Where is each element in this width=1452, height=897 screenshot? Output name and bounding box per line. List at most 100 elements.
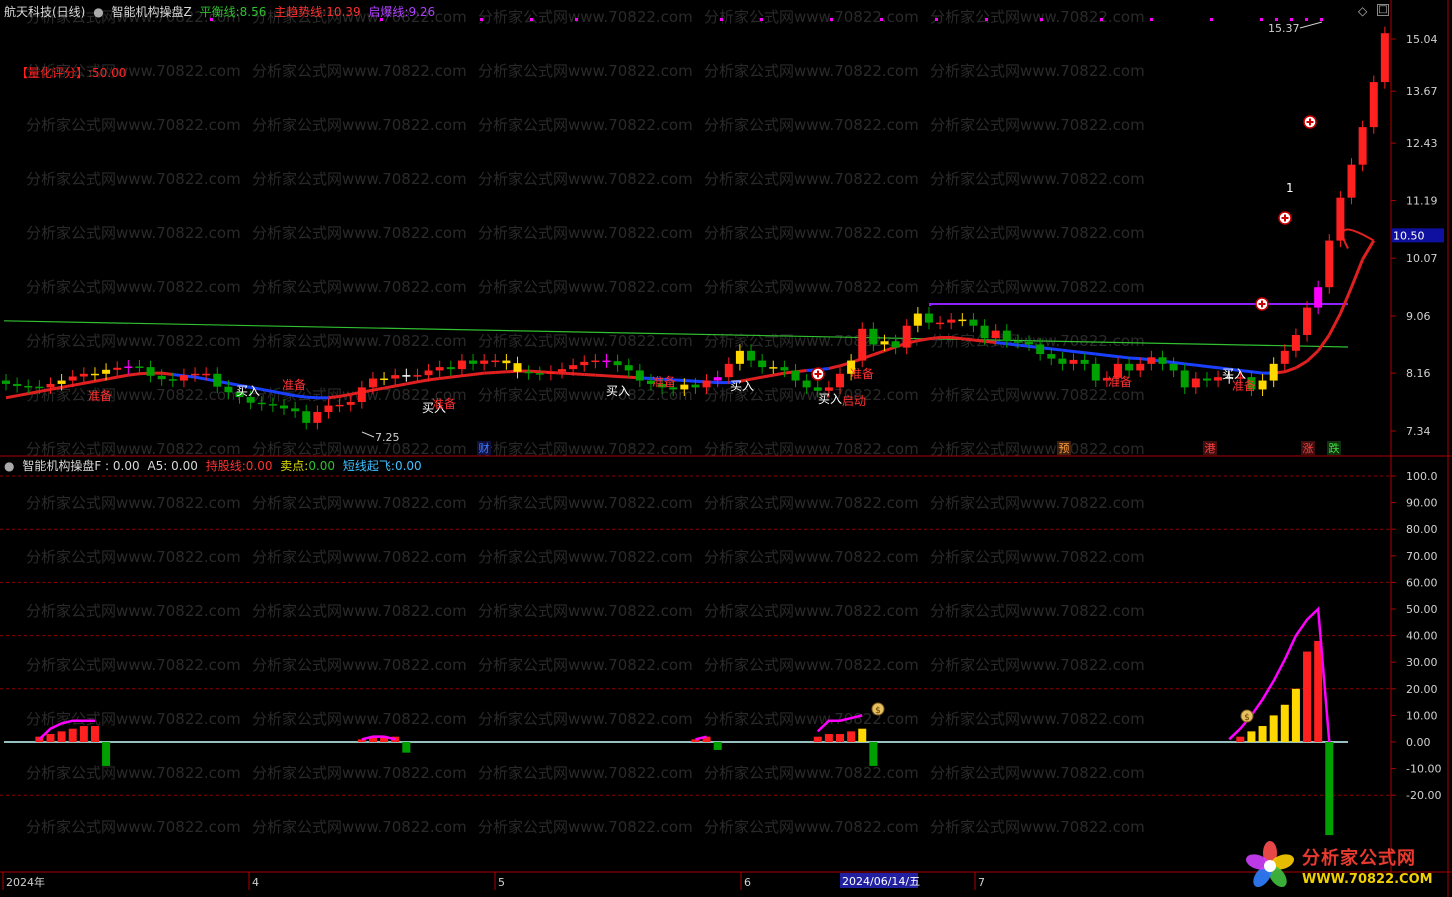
osc-bar [813, 736, 822, 742]
trend-line-segment [761, 373, 774, 379]
candle-body [168, 379, 177, 381]
trend-line-segment [917, 337, 930, 343]
window-toggle-icon[interactable]: □ [1377, 4, 1389, 16]
watermark-text: 分析家公式网www.70822.com [704, 602, 919, 620]
candle-body [1136, 363, 1145, 371]
trend-line-segment [61, 383, 73, 389]
osc-bar [1291, 688, 1300, 742]
chart-canvas[interactable]: 分析家公式网www.70822.com 分析家公式网www.70822.com 分析… [0, 0, 1452, 897]
watermark-text: 分析家公式网www.70822.com [478, 332, 693, 350]
hold-line-label: 持股线: [205, 459, 246, 473]
date-axis-label: 7 [978, 876, 985, 889]
watermark-text: 分析家公式网www.70822.com [930, 170, 1145, 188]
osc-axis-label: 100.0 [1406, 470, 1438, 483]
candle-body [1358, 127, 1367, 165]
trend-line-segment [417, 378, 429, 384]
event-marker-label: 涨 [1303, 442, 1314, 455]
osc-bar [79, 726, 88, 742]
signal-dot [985, 18, 988, 21]
watermark-text: 分析家公式网www.70822.com [26, 224, 241, 242]
event-marker-label: 财 [479, 441, 490, 455]
trend-line-segment [1106, 353, 1119, 359]
stock-title[interactable]: 航天科技(日线) [4, 5, 85, 19]
candle-body [936, 322, 945, 325]
watermark-text: 分析家公式网www.70822.com [478, 8, 693, 26]
osc-bar [102, 742, 111, 766]
trend-line-segment [372, 386, 385, 392]
candle-body [113, 367, 122, 370]
balance-line-label: 平衡线: [199, 5, 240, 19]
osc-axis-label: 0.00 [1406, 736, 1431, 749]
trend-line-segment [105, 375, 118, 381]
candle-body [1380, 33, 1389, 83]
watermark-text: 分析家公式网www.70822.com [252, 440, 467, 458]
candle-body [924, 313, 933, 323]
candle-body [1336, 197, 1345, 241]
candle-body [424, 370, 433, 376]
watermark-text: 分析家公式网www.70822.com [930, 116, 1145, 134]
signal-dot [760, 18, 763, 21]
candle-body [1002, 330, 1011, 342]
buy-plus-icon [1303, 115, 1317, 129]
signal-dot [1150, 18, 1153, 21]
trend-line-segment [439, 375, 451, 381]
trend-line-segment [161, 371, 173, 376]
watermark-text: 分析家公式网www.70822.com [252, 548, 467, 566]
watermark-text: 分析家公式网www.70822.com [704, 116, 919, 134]
sell-point-value: 0.00 [308, 459, 336, 473]
osc-bar [1303, 651, 1312, 742]
watermark-text: 分析家公式网www.70822.com [26, 116, 241, 134]
marker-one-label: 1 [1286, 181, 1294, 195]
trend-line-segment [116, 373, 129, 379]
indicator-toggle-icon[interactable]: ● [93, 5, 103, 19]
trend-line-segment [294, 394, 307, 399]
watermark-text: 分析家公式网www.70822.com [930, 548, 1145, 566]
price-axis-label: 11.19 [1406, 195, 1438, 208]
price-axis-label: 15.04 [1406, 33, 1438, 46]
watermark-text: 分析家公式网www.70822.com [704, 764, 919, 782]
trend-line-segment [1117, 355, 1130, 360]
watermark-text: 分析家公式网www.70822.com [930, 602, 1145, 620]
candle-body [268, 404, 277, 406]
flower-logo-icon [1246, 841, 1294, 888]
watermark-text: 分析家公式网www.70822.com [704, 656, 919, 674]
osc-indicator-name[interactable]: 智能机构操盘F [22, 459, 101, 473]
watermark-text: 分析家公式网www.70822.com [930, 278, 1145, 296]
candle-body [90, 373, 99, 376]
start-line-label: 启爆线: [368, 5, 409, 19]
event-marker-label: 跌 [1329, 441, 1340, 455]
candle-body [980, 325, 989, 339]
candle-body [724, 363, 733, 378]
candle-body [157, 375, 166, 380]
a5-value: A5: 0.00 [147, 459, 198, 473]
candle-body [702, 380, 711, 388]
watermark-text: 分析家公式网www.70822.com [930, 62, 1145, 80]
signal-dot [1275, 18, 1278, 21]
candle-body [1303, 307, 1312, 335]
trend-line-segment [383, 384, 396, 390]
osc-bar [824, 734, 833, 742]
candle-body [791, 370, 800, 381]
indicator-toggle-icon-2[interactable]: ● [4, 459, 14, 473]
top-panel-header: 航天科技(日线) ● 智能机构操盘Z 平衡线:8.56 主趋势线:10.39 启… [4, 3, 439, 20]
trend-line-segment [1195, 363, 1208, 368]
candle-body [368, 378, 377, 388]
candle-body [13, 383, 22, 387]
trend-line-segment [1073, 349, 1085, 355]
event-marker-label: 港 [1205, 442, 1216, 455]
diamond-icon[interactable]: ◇ [1358, 4, 1367, 18]
watermark-text: 分析家公式网www.70822.com [26, 656, 241, 674]
candle-body [680, 384, 689, 390]
signal-dot [1040, 18, 1043, 21]
candle-body [46, 383, 55, 388]
trend-line-segment [83, 379, 96, 385]
osc-axis-label: 90.00 [1406, 497, 1438, 510]
watermark-text: 分析家公式网www.70822.com [704, 440, 919, 458]
osc-bar [847, 731, 856, 742]
buy-label: 买入 [818, 392, 842, 406]
indicator-name[interactable]: 智能机构操盘Z [112, 5, 192, 19]
event-marker-label: 预 [1059, 442, 1070, 455]
candle-body [257, 402, 266, 405]
trend-line-segment [984, 339, 996, 345]
watermark-text: 分析家公式网www.70822.com [930, 224, 1145, 242]
